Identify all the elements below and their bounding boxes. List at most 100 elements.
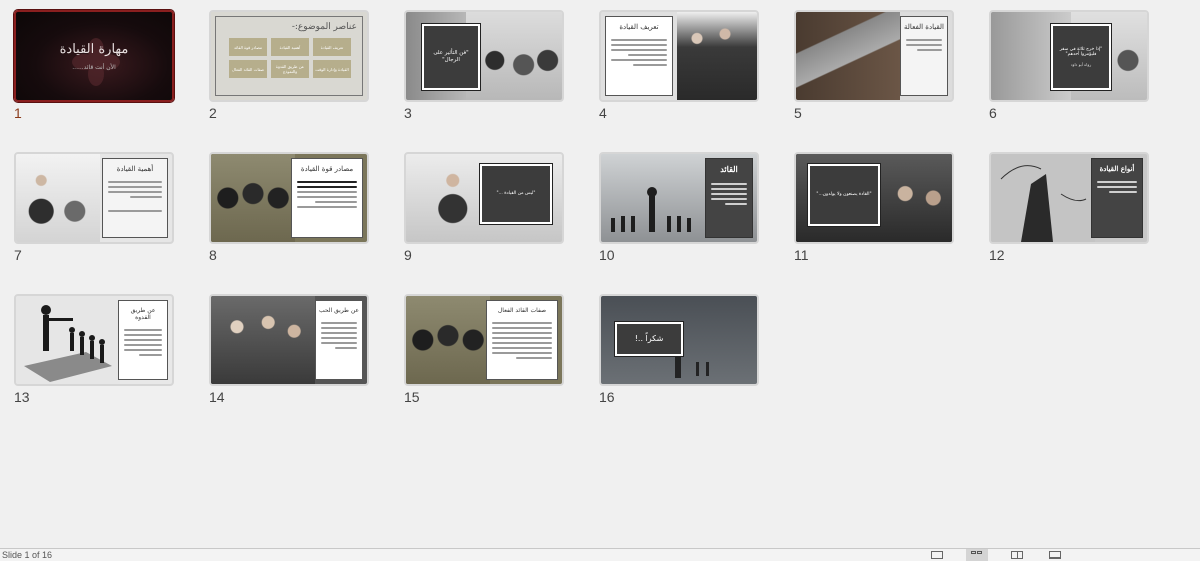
slide-number: 1 <box>14 105 22 121</box>
slide-number: 2 <box>209 105 217 121</box>
slide-thumbnail[interactable]: صفات القائد الفعال <box>404 294 564 386</box>
quote-box: "القادة يصنعون ولا يولدون..." <box>807 163 881 227</box>
flower-image <box>72 38 120 86</box>
slide-item-10[interactable]: القائد 10 <box>599 152 759 263</box>
normal-view-button[interactable] <box>926 549 948 561</box>
slide-quote: شكراً ..! <box>634 333 664 343</box>
slide-thumbnail[interactable]: أنواع القيادة <box>989 152 1149 244</box>
slide-sorter-icon <box>971 551 983 559</box>
quote-box: "ليس من القيادة ..." <box>479 163 553 225</box>
slide-number: 5 <box>794 105 802 121</box>
slide-thumbnail[interactable]: "القادة يصنعون ولا يولدون..." <box>794 152 954 244</box>
text-panel: تعريف القيادة <box>605 16 673 96</box>
chess-pieces-image <box>611 187 691 232</box>
slide-title: عناصر الموضوع:- <box>291 22 357 32</box>
slide-subtitle: الأن أنت قائد...... <box>72 64 116 71</box>
text-panel: صفات القائد الفعال <box>486 300 558 380</box>
topic-box: صفات القائد الفعال <box>229 60 267 78</box>
meeting-photo <box>466 12 562 100</box>
slide-item-4[interactable]: تعريف القيادة 4 <box>599 10 759 121</box>
reading-view-icon <box>1011 551 1023 559</box>
slide-title: عن طريق القدوة <box>130 307 156 322</box>
team-photo <box>406 296 490 384</box>
business-people-photo <box>677 12 757 100</box>
text-panel: أهمية القيادة <box>102 158 168 238</box>
quote-source: رواه أبو داود <box>1070 62 1092 68</box>
normal-view-icon <box>931 551 943 559</box>
slide-thumbnail[interactable]: "إذا خرج ثلاثة في سفر فليؤمروا أحدهم" رو… <box>989 10 1149 102</box>
slide-item-8[interactable]: مصادر قوة القيادة 8 <box>209 152 369 263</box>
slide-item-2[interactable]: عناصر الموضوع:- تعريف القيادة أهمية القي… <box>209 10 369 121</box>
slide-number: 14 <box>209 389 225 405</box>
slide-title: عن طريق الحب <box>319 307 359 314</box>
quote-box: شكراً ..! <box>614 321 684 357</box>
topic-box: أهمية القيادة <box>271 38 309 56</box>
slide-thumbnail[interactable]: القائد <box>599 152 759 244</box>
slide-thumbnail[interactable]: مصادر قوة القيادة <box>209 152 369 244</box>
slide-item-15[interactable]: صفات القائد الفعال 15 <box>404 294 564 405</box>
slide-thumbnail[interactable]: عناصر الموضوع:- تعريف القيادة أهمية القي… <box>209 10 369 102</box>
text-panel: أنواع القيادة <box>1091 158 1143 238</box>
topic-box: القيادة وإدارة الوقت <box>313 60 351 78</box>
text-panel: مصادر قوة القيادة <box>291 158 363 238</box>
slide-sorter-grid: مهارة القيادة الأن أنت قائد...... 1 عناص… <box>0 0 1200 548</box>
status-bar: Slide 1 of 16 <box>0 548 1200 561</box>
topic-box: تعريف القيادة <box>313 38 351 56</box>
slide-number: 11 <box>794 247 809 263</box>
slide-quote: "القادة يصنعون ولا يولدون..." <box>816 192 872 198</box>
slideshow-icon <box>1049 551 1061 559</box>
slide-title: مهارة القيادة <box>59 42 129 57</box>
slideshow-button[interactable] <box>1044 549 1066 561</box>
office-people-photo <box>211 296 315 384</box>
slide-item-12[interactable]: أنواع القيادة 12 <box>989 152 1149 263</box>
slide-thumbnail[interactable]: القيادة الفعالة <box>794 10 954 102</box>
slide-number: 12 <box>989 247 1005 263</box>
slide-item-11[interactable]: "القادة يصنعون ولا يولدون..." 11 <box>794 152 954 263</box>
text-panel: عن طريق القدوة <box>118 300 168 380</box>
slide-title: القائد <box>720 164 738 174</box>
slide-number: 3 <box>404 105 412 121</box>
slide-item-13[interactable]: عن طريق القدوة 13 <box>14 294 174 405</box>
slide-item-6[interactable]: "إذا خرج ثلاثة في سفر فليؤمروا أحدهم" رو… <box>989 10 1149 121</box>
slide-title: تعريف القيادة <box>619 23 659 31</box>
slide-thumbnail[interactable]: مهارة القيادة الأن أنت قائد...... <box>14 10 174 102</box>
slide-number: 10 <box>599 247 615 263</box>
slide-counter: Slide 1 of 16 <box>2 550 53 560</box>
slide-item-9[interactable]: "ليس من القيادة ..." 9 <box>404 152 564 263</box>
slide-title: صفات القائد الفعال <box>497 307 547 314</box>
slide-title: أهمية القيادة <box>116 165 154 173</box>
topic-box: عن طريق القدوة والنموذج <box>271 60 309 78</box>
slide-number: 4 <box>599 105 607 121</box>
slide-thumbnail[interactable]: عن طريق الحب <box>209 294 369 386</box>
slide-item-3[interactable]: "فن التأثير على الرجال" 3 <box>404 10 564 121</box>
leader-sketch-image <box>991 154 1095 242</box>
slide-item-7[interactable]: أهمية القيادة 7 <box>14 152 174 263</box>
slide-quote: "إذا خرج ثلاثة في سفر فليؤمروا أحدهم" <box>1059 46 1103 58</box>
leader-figures-image <box>16 296 120 384</box>
quote-box: "إذا خرج ثلاثة في سفر فليؤمروا أحدهم" رو… <box>1050 23 1112 91</box>
handshake-photo <box>16 154 100 242</box>
slide-thumbnail[interactable]: تعريف القيادة <box>599 10 759 102</box>
slide-thumbnail[interactable]: "فن التأثير على الرجال" <box>404 10 564 102</box>
slide-thumbnail[interactable]: أهمية القيادة <box>14 152 174 244</box>
slide-item-1[interactable]: مهارة القيادة الأن أنت قائد...... 1 <box>14 10 174 121</box>
slide-title: القيادة الفعالة <box>904 23 944 31</box>
slide-number: 15 <box>404 389 420 405</box>
topic-box: مصادر قوة القائد <box>229 38 267 56</box>
slide-number: 7 <box>14 247 22 263</box>
slide-quote: "فن التأثير على الرجال" <box>433 49 469 63</box>
text-panel: عن طريق الحب <box>315 300 363 380</box>
slide-title: أنواع القيادة <box>1099 164 1135 173</box>
slide-number: 13 <box>14 389 30 405</box>
reading-view-button[interactable] <box>1006 549 1028 561</box>
slide-item-16[interactable]: شكراً ..! 16 <box>599 294 759 405</box>
slide-item-14[interactable]: عن طريق الحب 14 <box>209 294 369 405</box>
text-panel: القائد <box>705 158 753 238</box>
slide-item-5[interactable]: القيادة الفعالة 5 <box>794 10 954 121</box>
slide-thumbnail[interactable]: عن طريق القدوة <box>14 294 174 386</box>
slide-thumbnail[interactable]: شكراً ..! <box>599 294 759 386</box>
slide-thumbnail[interactable]: "ليس من القيادة ..." <box>404 152 564 244</box>
slide-sorter-button[interactable] <box>966 549 988 561</box>
slide-quote: "ليس من القيادة ..." <box>496 191 536 197</box>
slide-title: مصادر قوة القيادة <box>300 165 354 173</box>
